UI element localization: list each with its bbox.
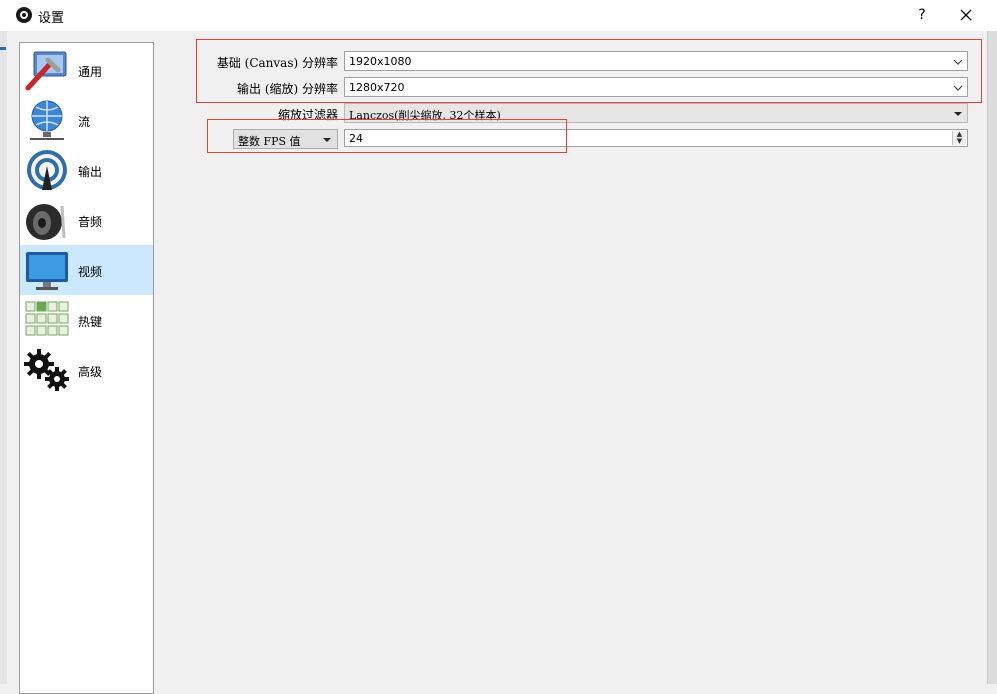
audio-speaker-icon xyxy=(26,204,66,240)
sidebar-item-label: 视频 xyxy=(78,265,103,279)
spin-buttons: ▲ ▼ xyxy=(952,131,966,145)
highlight-box-resolution xyxy=(196,39,982,103)
advanced-gears-icon xyxy=(24,349,69,391)
help-button[interactable]: ? xyxy=(912,5,932,25)
sidebar-item-hotkeys[interactable]: 热键 xyxy=(20,295,153,345)
sidebar-item-label: 热键 xyxy=(78,315,103,329)
dropdown-arrow-icon xyxy=(954,112,962,116)
sidebar-item-label: 输出 xyxy=(78,165,103,179)
sidebar-item-stream[interactable]: 流 xyxy=(20,95,153,145)
stream-globe-icon xyxy=(30,100,64,140)
output-broadcast-icon xyxy=(27,150,67,190)
spin-down-button[interactable]: ▼ xyxy=(953,138,966,145)
close-button[interactable] xyxy=(954,4,978,26)
sidebar-item-advanced[interactable]: 高级 xyxy=(20,345,153,395)
sidebar-item-label: 高级 xyxy=(78,365,103,379)
settings-sidebar: 通用 流 输出 音频 视频 热键 高级 xyxy=(19,42,154,694)
highlight-box-fps xyxy=(207,119,567,153)
hotkeys-keyboard-icon xyxy=(25,301,69,336)
video-monitor-icon xyxy=(26,252,68,290)
sidebar-item-label: 音频 xyxy=(78,215,103,229)
general-settings-icon xyxy=(25,51,67,91)
sidebar-item-general[interactable]: 通用 xyxy=(20,45,153,95)
sidebar-item-label: 流 xyxy=(78,115,91,129)
background-window-edge xyxy=(0,31,7,684)
close-icon[interactable] xyxy=(960,9,972,21)
window-title: 设置 xyxy=(38,11,65,26)
sidebar-item-output[interactable]: 输出 xyxy=(20,145,153,195)
background-window-edge-right xyxy=(987,31,997,684)
sidebar-item-label: 通用 xyxy=(78,65,103,79)
obs-logo-icon xyxy=(16,7,32,23)
title-bar: 设置 ? xyxy=(0,0,997,31)
sidebar-item-audio[interactable]: 音频 xyxy=(20,195,153,245)
sidebar-item-video[interactable]: 视频 xyxy=(20,245,153,295)
